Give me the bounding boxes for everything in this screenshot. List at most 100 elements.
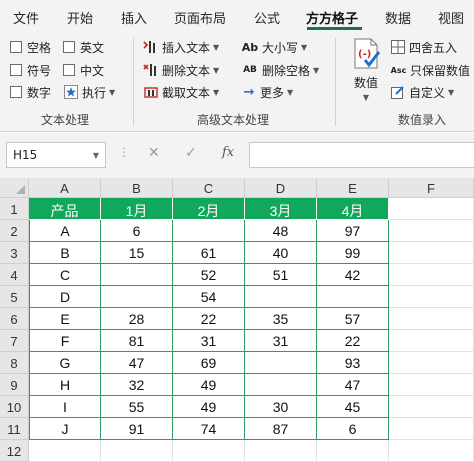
column-header-d[interactable]: D bbox=[245, 178, 317, 198]
cell-d7[interactable]: 31 bbox=[245, 330, 317, 352]
tab-fangfang-gezi[interactable]: 方方格子 bbox=[306, 8, 358, 27]
column-header-a[interactable]: A bbox=[29, 178, 101, 198]
digit-checkbox[interactable]: 数字 bbox=[10, 82, 51, 102]
tab-formulas[interactable]: 公式 bbox=[254, 8, 280, 27]
cell-b9[interactable]: 32 bbox=[101, 374, 173, 396]
chinese-checkbox[interactable]: 中文 bbox=[63, 60, 104, 80]
cell-b11[interactable]: 91 bbox=[101, 418, 173, 440]
cell-f7[interactable] bbox=[389, 330, 474, 352]
column-header-f[interactable]: F bbox=[389, 178, 474, 198]
cell-a7[interactable]: F bbox=[29, 330, 101, 352]
row-header-12[interactable]: 12 bbox=[0, 440, 29, 462]
row-header-6[interactable]: 6 bbox=[0, 308, 29, 330]
cell-c6[interactable]: 22 bbox=[173, 308, 245, 330]
cell-c11[interactable]: 74 bbox=[173, 418, 245, 440]
cell-b10[interactable]: 55 bbox=[101, 396, 173, 418]
cell-b6[interactable]: 28 bbox=[101, 308, 173, 330]
cell-c12[interactable] bbox=[173, 440, 245, 462]
keep-value-button[interactable]: Asc 只保留数值 bbox=[390, 60, 470, 80]
cell-e3[interactable]: 99 bbox=[317, 242, 389, 264]
cell-c7[interactable]: 31 bbox=[173, 330, 245, 352]
cell-d4[interactable]: 51 bbox=[245, 264, 317, 286]
row-header-5[interactable]: 5 bbox=[0, 286, 29, 308]
cell-c8[interactable]: 69 bbox=[173, 352, 245, 374]
cell-f10[interactable] bbox=[389, 396, 474, 418]
cancel-icon[interactable]: ✕ bbox=[148, 145, 160, 161]
cell-e12[interactable] bbox=[317, 440, 389, 462]
select-all-corner[interactable] bbox=[0, 178, 29, 198]
cell-a6[interactable]: E bbox=[29, 308, 101, 330]
row-header-8[interactable]: 8 bbox=[0, 352, 29, 374]
spreadsheet-grid[interactable]: A B C D E F 1 2 3 4 5 6 7 8 9 10 11 12 产品 1月 2月 3月 4月 A 6 48 97 B 15… bbox=[0, 178, 474, 462]
cell-d9[interactable] bbox=[245, 374, 317, 396]
cell-f8[interactable] bbox=[389, 352, 474, 374]
cell-e9[interactable]: 47 bbox=[317, 374, 389, 396]
cell-e11[interactable]: 6 bbox=[317, 418, 389, 440]
cell-f5[interactable] bbox=[389, 286, 474, 308]
cell-a11[interactable]: J bbox=[29, 418, 101, 440]
cell-f6[interactable] bbox=[389, 308, 474, 330]
tab-page-layout[interactable]: 页面布局 bbox=[174, 8, 226, 27]
column-header-e[interactable]: E bbox=[317, 178, 389, 198]
cell-a1[interactable]: 产品 bbox=[29, 198, 101, 220]
cell-d8[interactable] bbox=[245, 352, 317, 374]
cell-c4[interactable]: 52 bbox=[173, 264, 245, 286]
formula-input[interactable] bbox=[249, 142, 474, 168]
row-header-11[interactable]: 11 bbox=[0, 418, 29, 440]
cell-b2[interactable]: 6 bbox=[101, 220, 173, 242]
cell-a2[interactable]: A bbox=[29, 220, 101, 242]
execute-button[interactable]: 执行 ▼ bbox=[63, 82, 115, 102]
cell-b1[interactable]: 1月 bbox=[101, 198, 173, 220]
cell-f11[interactable] bbox=[389, 418, 474, 440]
cell-f1[interactable] bbox=[389, 198, 474, 220]
cell-e10[interactable]: 45 bbox=[317, 396, 389, 418]
english-checkbox[interactable]: 英文 bbox=[63, 37, 104, 57]
cell-c1[interactable]: 2月 bbox=[173, 198, 245, 220]
extract-text-button[interactable]: 截取文本 ▼ bbox=[143, 82, 219, 102]
column-header-c[interactable]: C bbox=[173, 178, 245, 198]
cell-d1[interactable]: 3月 bbox=[245, 198, 317, 220]
more-button[interactable]: → 更多 ▼ bbox=[241, 82, 294, 102]
delete-spaces-button[interactable]: AB 删除空格 ▼ bbox=[241, 60, 319, 80]
tab-data[interactable]: 数据 bbox=[385, 8, 411, 27]
row-header-4[interactable]: 4 bbox=[0, 264, 29, 286]
cell-e2[interactable]: 97 bbox=[317, 220, 389, 242]
symbol-checkbox[interactable]: 符号 bbox=[10, 60, 51, 80]
cell-d2[interactable]: 48 bbox=[245, 220, 317, 242]
cell-f12[interactable] bbox=[389, 440, 474, 462]
row-header-1[interactable]: 1 bbox=[0, 198, 29, 220]
cell-b8[interactable]: 47 bbox=[101, 352, 173, 374]
value-button[interactable]: (-) 数值 ▼ bbox=[348, 38, 384, 110]
cell-a5[interactable]: D bbox=[29, 286, 101, 308]
cell-b12[interactable] bbox=[101, 440, 173, 462]
cell-c2[interactable] bbox=[173, 220, 245, 242]
cell-c10[interactable]: 49 bbox=[173, 396, 245, 418]
cell-c3[interactable]: 61 bbox=[173, 242, 245, 264]
tab-insert[interactable]: 插入 bbox=[121, 8, 147, 27]
cell-a8[interactable]: G bbox=[29, 352, 101, 374]
row-header-3[interactable]: 3 bbox=[0, 242, 29, 264]
cell-d3[interactable]: 40 bbox=[245, 242, 317, 264]
cell-e6[interactable]: 57 bbox=[317, 308, 389, 330]
cell-d11[interactable]: 87 bbox=[245, 418, 317, 440]
cell-d5[interactable] bbox=[245, 286, 317, 308]
cell-f9[interactable] bbox=[389, 374, 474, 396]
name-box[interactable]: H15 ▼ bbox=[6, 142, 106, 168]
tab-home[interactable]: 开始 bbox=[67, 8, 93, 27]
row-header-9[interactable]: 9 bbox=[0, 374, 29, 396]
tab-view[interactable]: 视图 bbox=[438, 8, 464, 27]
cell-e1[interactable]: 4月 bbox=[317, 198, 389, 220]
cell-f2[interactable] bbox=[389, 220, 474, 242]
custom-button[interactable]: 自定义 ▼ bbox=[390, 82, 454, 102]
confirm-icon[interactable]: ✓ bbox=[185, 145, 197, 161]
more-options-icon[interactable]: ⋮ bbox=[118, 145, 130, 159]
cell-b7[interactable]: 81 bbox=[101, 330, 173, 352]
cell-a9[interactable]: H bbox=[29, 374, 101, 396]
row-header-7[interactable]: 7 bbox=[0, 330, 29, 352]
cell-b4[interactable] bbox=[101, 264, 173, 286]
cell-d10[interactable]: 30 bbox=[245, 396, 317, 418]
cell-a10[interactable]: I bbox=[29, 396, 101, 418]
case-button[interactable]: Ab 大小写 ▼ bbox=[241, 37, 307, 57]
cell-f4[interactable] bbox=[389, 264, 474, 286]
cell-c9[interactable]: 49 bbox=[173, 374, 245, 396]
